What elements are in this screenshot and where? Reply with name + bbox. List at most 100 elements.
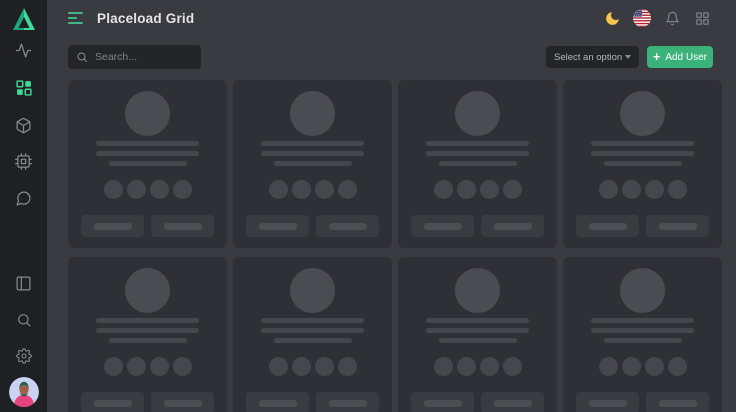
line-placeholder	[96, 318, 199, 323]
page-title: Placeload Grid	[97, 11, 194, 26]
button-placeholder	[411, 392, 474, 412]
dot-placeholder	[315, 180, 334, 199]
dots-row	[269, 357, 357, 376]
dots-row	[104, 357, 192, 376]
buttons-row	[81, 215, 214, 237]
button-placeholder	[411, 215, 474, 237]
triangle-logo-icon	[11, 7, 37, 31]
avatar-placeholder	[290, 91, 335, 136]
buttons-row	[246, 392, 379, 412]
moon-icon	[604, 10, 621, 27]
filter-select-value: Select an option	[554, 52, 622, 63]
notifications-button[interactable]	[663, 9, 681, 27]
dot-placeholder	[599, 357, 618, 376]
line-placeholder-short	[604, 161, 682, 166]
dot-placeholder	[668, 180, 687, 199]
theme-toggle[interactable]	[603, 9, 621, 27]
apps-menu-button[interactable]	[693, 9, 711, 27]
avatar-placeholder	[620, 268, 665, 313]
line-placeholder	[591, 141, 694, 146]
dot-placeholder	[338, 180, 357, 199]
placeload-card	[68, 80, 227, 248]
button-placeholder	[151, 392, 214, 412]
button-placeholder	[646, 215, 709, 237]
dot-placeholder	[434, 180, 453, 199]
line-placeholder	[261, 141, 364, 146]
line-placeholder	[591, 151, 694, 156]
sidebar-panel-icon	[15, 275, 32, 292]
sidebar	[0, 0, 47, 412]
dot-placeholder	[173, 180, 192, 199]
box-icon	[15, 117, 32, 134]
button-placeholder	[81, 392, 144, 412]
dot-placeholder	[434, 357, 453, 376]
line-placeholder	[96, 151, 199, 156]
dot-placeholder	[315, 357, 334, 376]
line-placeholder-short	[439, 161, 517, 166]
buttons-row	[81, 392, 214, 412]
button-label-placeholder	[259, 223, 297, 230]
sidebar-item-activity[interactable]	[8, 34, 40, 66]
button-placeholder	[81, 215, 144, 237]
card-grid	[47, 80, 736, 412]
dot-placeholder	[457, 357, 476, 376]
activity-icon	[15, 42, 32, 59]
menu-toggle[interactable]	[68, 12, 83, 24]
us-flag-icon	[633, 9, 651, 27]
header-actions	[603, 9, 711, 27]
add-user-label: Add User	[665, 52, 707, 63]
sidebar-item-box[interactable]	[8, 109, 40, 141]
chat-bubble-icon	[15, 190, 32, 207]
sidebar-item-messages[interactable]	[8, 182, 40, 214]
line-placeholder-short	[274, 338, 352, 343]
plus-icon: +	[653, 51, 660, 64]
button-label-placeholder	[329, 223, 367, 230]
dots-row	[269, 180, 357, 199]
line-placeholder-short	[439, 338, 517, 343]
dot-placeholder	[269, 180, 288, 199]
filter-select[interactable]: Select an option	[546, 46, 639, 68]
line-placeholder	[426, 318, 529, 323]
line-placeholder	[426, 141, 529, 146]
dot-placeholder	[645, 180, 664, 199]
sidebar-item-settings[interactable]	[8, 340, 40, 372]
button-label-placeholder	[659, 223, 697, 230]
avatar-placeholder	[125, 268, 170, 313]
search-icon	[16, 312, 32, 328]
dot-placeholder	[480, 180, 499, 199]
sidebar-item-cpu[interactable]	[8, 145, 40, 177]
dot-placeholder	[104, 357, 123, 376]
app-window: Placeload Grid	[0, 0, 736, 412]
button-label-placeholder	[259, 400, 297, 407]
bell-icon	[665, 11, 680, 26]
dot-placeholder	[150, 180, 169, 199]
sidebar-item-panel-toggle[interactable]	[8, 267, 40, 299]
button-label-placeholder	[164, 223, 202, 230]
line-placeholder-short	[274, 161, 352, 166]
button-label-placeholder	[424, 223, 462, 230]
button-label-placeholder	[494, 223, 532, 230]
dot-placeholder	[127, 180, 146, 199]
button-placeholder	[246, 215, 309, 237]
button-placeholder	[151, 215, 214, 237]
app-logo[interactable]	[8, 3, 40, 35]
dot-placeholder	[150, 357, 169, 376]
dot-placeholder	[599, 180, 618, 199]
user-avatar[interactable]	[8, 376, 40, 408]
dots-row	[599, 180, 687, 199]
placeload-card	[233, 80, 392, 248]
search-box[interactable]	[68, 45, 201, 69]
search-input[interactable]	[95, 51, 193, 63]
buttons-row	[246, 215, 379, 237]
dot-placeholder	[269, 357, 288, 376]
header: Placeload Grid	[47, 0, 736, 36]
sidebar-item-grid-active[interactable]	[8, 72, 40, 104]
language-picker[interactable]	[633, 9, 651, 27]
button-placeholder	[481, 215, 544, 237]
sidebar-item-search[interactable]	[8, 304, 40, 336]
dot-placeholder	[622, 357, 641, 376]
add-user-button[interactable]: + Add User	[647, 46, 713, 68]
dot-placeholder	[457, 180, 476, 199]
button-label-placeholder	[329, 400, 367, 407]
button-label-placeholder	[424, 400, 462, 407]
